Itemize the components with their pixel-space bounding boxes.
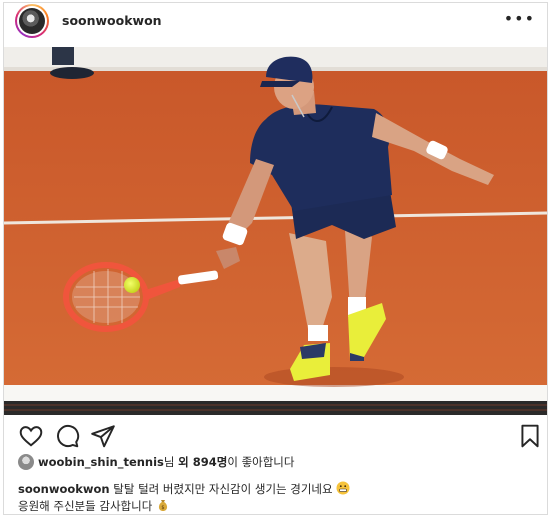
instagram-post: soonwookwon ••• woobin_shin_tennis님 외 89… — [3, 2, 548, 515]
money-bag-icon: $ — [158, 500, 168, 511]
liker-username[interactable]: woobin_shin_tennis — [38, 455, 164, 469]
liker-suffix: 님 — [163, 455, 175, 469]
caption-line2: 응원해 주신분들 감사합니다 — [18, 499, 153, 513]
bookmark-icon[interactable] — [517, 423, 543, 449]
share-icon[interactable] — [90, 423, 116, 449]
author-avatar[interactable] — [15, 4, 49, 38]
post-photo[interactable] — [4, 47, 547, 415]
grimace-face-icon — [336, 481, 350, 495]
caption-author[interactable]: soonwookwon — [18, 482, 110, 496]
post-actions-bar — [4, 417, 547, 457]
post-header: soonwookwon ••• — [4, 3, 547, 45]
author-username[interactable]: soonwookwon — [62, 13, 162, 28]
liker-avatar[interactable] — [18, 454, 34, 470]
post-caption: soonwookwon 탈탈 털려 버렸지만 자신감이 생기는 경기네요 응원해… — [18, 481, 350, 515]
svg-text:$: $ — [161, 505, 164, 511]
heart-icon[interactable] — [18, 423, 44, 449]
more-options-icon[interactable]: ••• — [504, 9, 535, 28]
likes-suffix: 이 좋아합니다 — [227, 455, 295, 469]
likes-count[interactable]: 외 894명 — [178, 455, 227, 469]
comment-icon[interactable] — [54, 423, 80, 449]
caption-line1: 탈탈 털려 버렸지만 자신감이 생기는 경기네요 — [113, 482, 333, 496]
likes-summary: woobin_shin_tennis님 외 894명이 좋아합니다 — [18, 454, 294, 470]
